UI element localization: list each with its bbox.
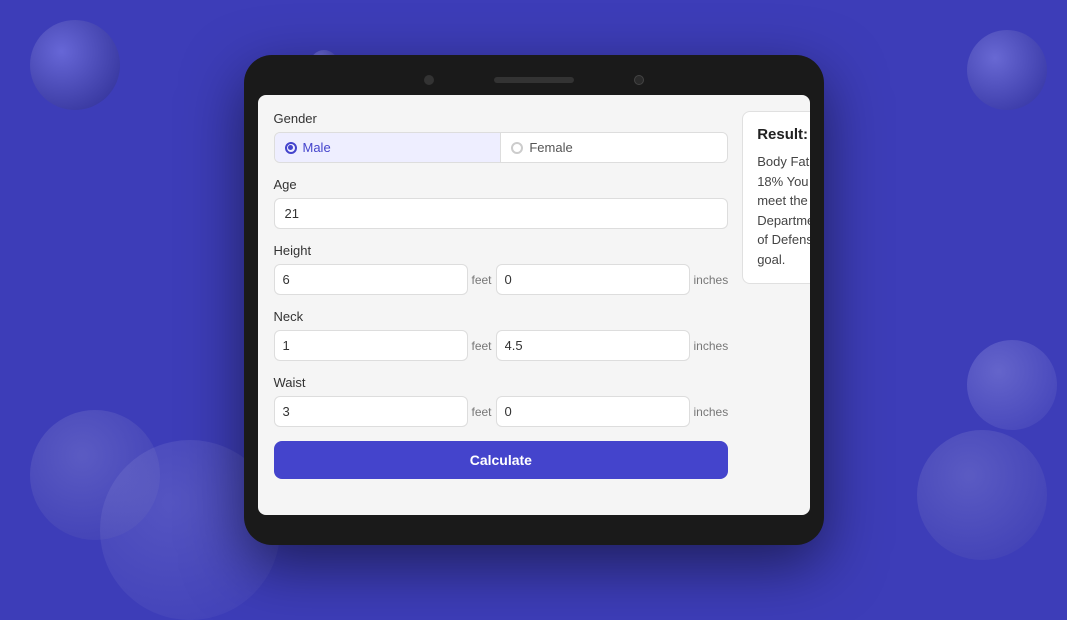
- gender-female-label: Female: [529, 140, 572, 155]
- height-group: Height feet inches: [274, 243, 729, 295]
- result-title: Result:: [757, 126, 808, 143]
- neck-input-row: feet inches: [274, 330, 729, 361]
- female-radio-dot: [511, 142, 523, 154]
- decorative-sphere-bl1: [30, 410, 160, 540]
- decorative-sphere-tr: [967, 30, 1047, 110]
- male-radio-dot: [285, 142, 297, 154]
- waist-input-row: feet inches: [274, 396, 729, 427]
- tablet-camera-right: [634, 75, 644, 85]
- tablet-camera-left: [424, 75, 434, 85]
- neck-inches-input[interactable]: [496, 330, 690, 361]
- gender-male-option[interactable]: Male: [275, 133, 501, 162]
- waist-inches-input[interactable]: [496, 396, 690, 427]
- decorative-sphere-br1: [917, 430, 1047, 560]
- decorative-sphere-br2: [967, 340, 1057, 430]
- gender-label: Gender: [274, 111, 729, 126]
- waist-feet-unit: feet: [472, 405, 492, 419]
- neck-inches-unit: inches: [694, 339, 729, 353]
- gender-male-label: Male: [303, 140, 331, 155]
- height-feet-input[interactable]: [274, 264, 468, 295]
- tablet-device: Gender Male Female Age: [244, 55, 824, 545]
- result-text: Body Fat = 18% You meet the Department o…: [757, 152, 809, 269]
- age-label: Age: [274, 177, 729, 192]
- left-panel: Gender Male Female Age: [274, 111, 729, 499]
- height-label: Height: [274, 243, 729, 258]
- height-inches-unit: inches: [694, 273, 729, 287]
- height-feet-unit: feet: [472, 273, 492, 287]
- decorative-sphere-tl: [30, 20, 120, 110]
- tablet-screen: Gender Male Female Age: [258, 95, 810, 515]
- neck-feet-unit: feet: [472, 339, 492, 353]
- result-card: Result: ⧉ Body Fat = 18% You meet the De…: [742, 111, 809, 284]
- tablet-speaker: [494, 77, 574, 83]
- calculate-button[interactable]: Calculate: [274, 441, 729, 479]
- age-input[interactable]: [274, 198, 729, 229]
- height-inches-input[interactable]: [496, 264, 690, 295]
- height-input-row: feet inches: [274, 264, 729, 295]
- waist-inches-unit: inches: [694, 405, 729, 419]
- neck-group: Neck feet inches: [274, 309, 729, 361]
- neck-feet-input[interactable]: [274, 330, 468, 361]
- tablet-top-bar: [258, 75, 810, 85]
- gender-group: Gender Male Female: [274, 111, 729, 163]
- right-panel: Result: ⧉ Body Fat = 18% You meet the De…: [742, 111, 809, 499]
- waist-feet-input[interactable]: [274, 396, 468, 427]
- gender-toggle[interactable]: Male Female: [274, 132, 729, 163]
- gender-female-option[interactable]: Female: [501, 133, 727, 162]
- result-header: Result: ⧉: [757, 126, 809, 144]
- age-group: Age: [274, 177, 729, 229]
- neck-label: Neck: [274, 309, 729, 324]
- waist-label: Waist: [274, 375, 729, 390]
- waist-group: Waist feet inches: [274, 375, 729, 427]
